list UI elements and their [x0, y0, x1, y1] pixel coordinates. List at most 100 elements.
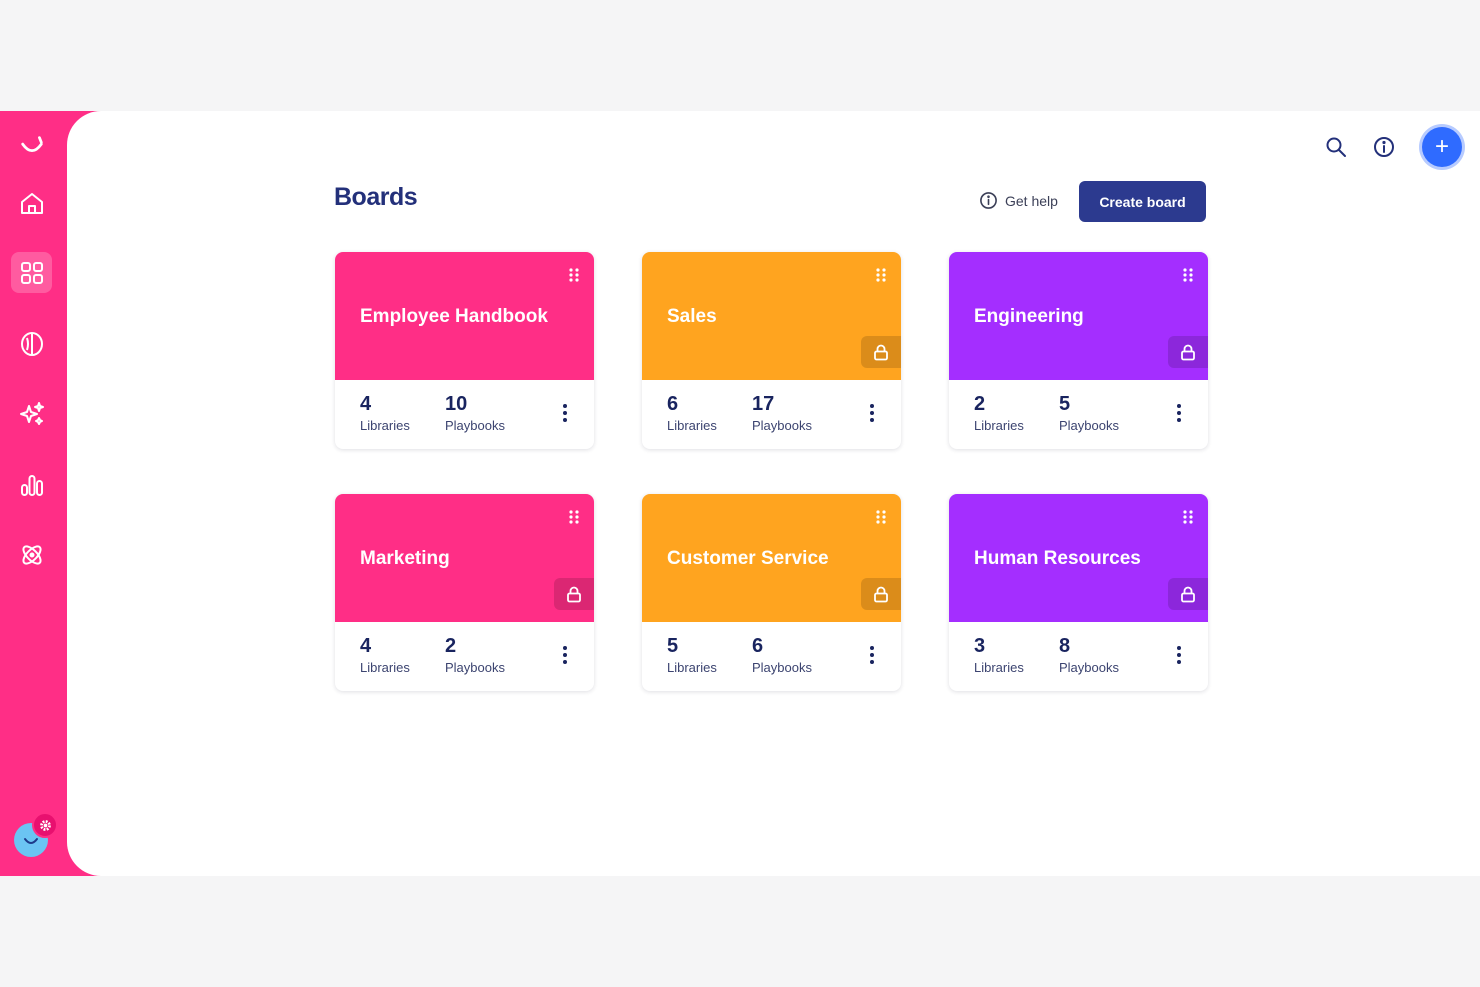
search-button[interactable] — [1322, 133, 1350, 161]
drag-handle-icon[interactable] — [875, 267, 887, 283]
bar-chart-icon — [20, 474, 43, 496]
libraries-label: Libraries — [974, 660, 1024, 675]
playbooks-stat: 17 Playbooks — [752, 392, 812, 434]
sidebar — [0, 111, 67, 876]
playbooks-count: 5 — [1059, 393, 1071, 415]
playbooks-label: Playbooks — [752, 660, 812, 675]
info-button[interactable] — [1370, 133, 1398, 161]
board-title: Marketing — [360, 548, 450, 569]
lock-badge — [1168, 578, 1208, 610]
lock-icon — [1181, 344, 1195, 360]
home-icon — [20, 192, 43, 214]
playbooks-stat: 5 Playbooks — [1059, 392, 1119, 434]
drag-handle-icon[interactable] — [1182, 267, 1194, 283]
playbooks-label: Playbooks — [445, 418, 505, 433]
board-card[interactable]: Sales 6 Libraries 17 Playbooks — [642, 252, 901, 449]
board-card[interactable]: Marketing 4 Libraries 2 Playbooks — [335, 494, 594, 691]
libraries-count: 6 — [667, 393, 679, 415]
libraries-stat: 4 Libraries — [360, 392, 410, 434]
playbooks-label: Playbooks — [1059, 418, 1119, 433]
playbooks-stat: 8 Playbooks — [1059, 634, 1119, 676]
playbooks-label: Playbooks — [1059, 660, 1119, 675]
board-card[interactable]: Engineering 2 Libraries 5 Playbooks — [949, 252, 1208, 449]
drag-handle-icon[interactable] — [875, 509, 887, 525]
info-icon — [1374, 137, 1394, 157]
board-card-header[interactable]: Sales — [642, 252, 901, 380]
brain-icon — [20, 331, 43, 356]
board-title: Employee Handbook — [360, 306, 548, 327]
create-board-button[interactable]: Create board — [1079, 181, 1206, 222]
board-card[interactable]: Employee Handbook 4 Libraries 10 Playboo… — [335, 252, 594, 449]
playbooks-label: Playbooks — [445, 660, 505, 675]
lock-icon — [567, 586, 581, 602]
drag-handle-icon[interactable] — [1182, 509, 1194, 525]
lock-badge — [1168, 336, 1208, 368]
libraries-stat: 4 Libraries — [360, 634, 410, 676]
smile-logo-icon — [20, 135, 43, 152]
settings-badge[interactable] — [32, 812, 58, 838]
more-options-icon[interactable] — [1175, 644, 1183, 666]
libraries-stat: 5 Libraries — [667, 634, 717, 676]
board-card-header[interactable]: Human Resources — [949, 494, 1208, 622]
more-options-icon[interactable] — [1175, 402, 1183, 424]
sidebar-item-home[interactable] — [11, 182, 52, 223]
add-button[interactable]: + — [1422, 127, 1462, 167]
lock-icon — [1181, 586, 1195, 602]
playbooks-count: 2 — [445, 635, 457, 657]
libraries-label: Libraries — [667, 660, 717, 675]
lock-badge — [554, 578, 594, 610]
sidebar-item-boards[interactable] — [11, 252, 52, 293]
drag-handle-icon[interactable] — [568, 267, 580, 283]
app-shell: + Boards Get help Create board Employee … — [0, 111, 1480, 876]
libraries-stat: 3 Libraries — [974, 634, 1024, 676]
get-help-link[interactable]: Get help — [979, 191, 1058, 210]
lock-icon — [874, 586, 888, 602]
board-title: Sales — [667, 306, 717, 327]
more-options-icon[interactable] — [868, 644, 876, 666]
drag-handle-icon[interactable] — [568, 509, 580, 525]
grid-icon — [20, 261, 43, 284]
libraries-stat: 2 Libraries — [974, 392, 1024, 434]
lock-badge — [861, 336, 901, 368]
libraries-count: 4 — [360, 635, 372, 657]
logo-button[interactable] — [11, 125, 52, 166]
sidebar-item-brain[interactable] — [11, 323, 52, 364]
libraries-label: Libraries — [974, 418, 1024, 433]
get-help-label: Get help — [1005, 192, 1058, 209]
playbooks-count: 17 — [752, 393, 775, 415]
more-options-icon[interactable] — [561, 644, 569, 666]
libraries-count: 4 — [360, 393, 372, 415]
board-card-header[interactable]: Employee Handbook — [335, 252, 594, 380]
search-icon — [1326, 137, 1346, 157]
more-options-icon[interactable] — [868, 402, 876, 424]
board-title: Customer Service — [667, 548, 829, 569]
board-card-header[interactable]: Marketing — [335, 494, 594, 622]
board-card-header[interactable]: Customer Service — [642, 494, 901, 622]
libraries-stat: 6 Libraries — [667, 392, 717, 434]
sparkles-icon — [19, 401, 44, 425]
libraries-count: 5 — [667, 635, 679, 657]
sidebar-item-integrations[interactable] — [11, 534, 52, 575]
more-options-icon[interactable] — [561, 402, 569, 424]
board-title: Human Resources — [974, 548, 1141, 569]
atom-icon — [21, 544, 42, 565]
libraries-count: 2 — [974, 393, 986, 415]
playbooks-count: 6 — [752, 635, 764, 657]
board-card[interactable]: Human Resources 3 Libraries 8 Playbooks — [949, 494, 1208, 691]
sidebar-item-analytics[interactable] — [11, 464, 52, 505]
board-card[interactable]: Customer Service 5 Libraries 6 Playbooks — [642, 494, 901, 691]
playbooks-stat: 6 Playbooks — [752, 634, 812, 676]
playbooks-count: 8 — [1059, 635, 1071, 657]
page-title: Boards — [334, 183, 418, 211]
lock-icon — [874, 344, 888, 360]
playbooks-stat: 2 Playbooks — [445, 634, 505, 676]
main-content: + Boards Get help Create board Employee … — [67, 111, 1480, 876]
plus-icon: + — [1434, 133, 1449, 160]
libraries-label: Libraries — [360, 418, 410, 433]
sidebar-item-ai[interactable] — [11, 393, 52, 434]
lock-badge — [861, 578, 901, 610]
board-card-header[interactable]: Engineering — [949, 252, 1208, 380]
playbooks-count: 10 — [445, 393, 468, 415]
playbooks-stat: 10 Playbooks — [445, 392, 505, 434]
libraries-label: Libraries — [360, 660, 410, 675]
